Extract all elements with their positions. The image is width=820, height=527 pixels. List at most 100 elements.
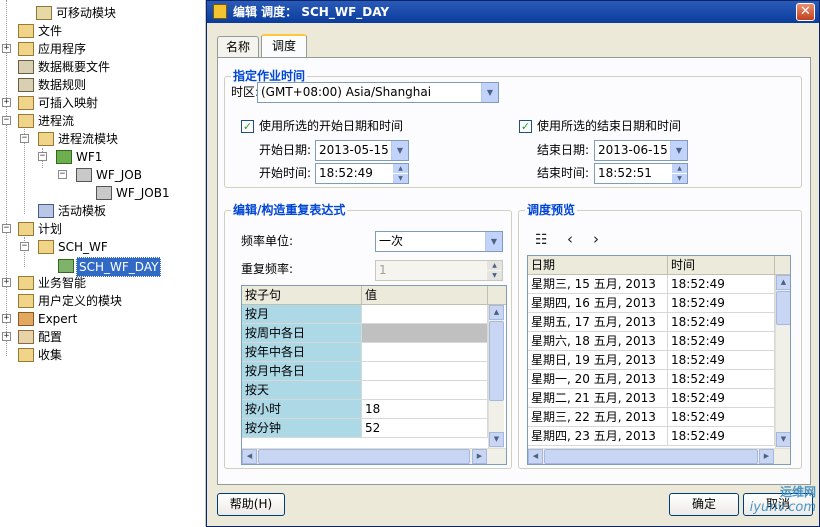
time-cell: 18:52:49 <box>668 351 775 370</box>
freq-unit-label: 频率单位: <box>241 234 294 248</box>
expand-toggle[interactable]: + <box>2 332 11 341</box>
tab-schedule[interactable]: 调度 <box>261 34 307 57</box>
time-cell: 18:52:49 <box>668 389 775 408</box>
collapse-toggle[interactable]: − <box>20 134 29 143</box>
scroll-right-icon[interactable]: ▶ <box>472 449 487 464</box>
column-header-filler <box>775 256 790 275</box>
clause-cell: 按小时 <box>242 400 362 419</box>
spin-up-icon[interactable]: ▲ <box>672 164 687 173</box>
end-time-spinner[interactable]: 18:52:51 ▲ ▼ <box>594 163 688 184</box>
column-header-value[interactable]: 值 <box>362 286 488 305</box>
schedule-panel: 指定作业时间 时区: (GMT+08:00) Asia/Shanghai ▼ ✓… <box>217 57 811 485</box>
template-icon <box>38 204 54 218</box>
date-cell: 星期一, 20 五月, 2013 <box>528 370 668 389</box>
column-header-clause[interactable]: 按子句 <box>242 286 362 305</box>
scroll-thumb[interactable] <box>776 291 790 325</box>
time-cell: 18:52:49 <box>668 275 775 294</box>
expand-toggle[interactable]: + <box>2 278 11 287</box>
value-cell[interactable] <box>362 305 488 324</box>
bi-icon <box>18 276 34 290</box>
value-cell[interactable] <box>362 381 488 400</box>
start-date-picker[interactable]: 2013-05-15 ▼ <box>315 140 409 161</box>
timezone-select[interactable]: (GMT+08:00) Asia/Shanghai ▼ <box>257 82 499 103</box>
spin-up-icon[interactable]: ▲ <box>487 261 502 270</box>
date-cell: 星期六, 18 五月, 2013 <box>528 332 668 351</box>
value-cell[interactable]: 18 <box>362 400 488 419</box>
dialog-title: 编辑 调度： SCH_WF_DAY <box>233 5 390 19</box>
group-title: 编辑/构造重复表达式 <box>231 203 348 217</box>
end-date-picker[interactable]: 2013-06-15 ▼ <box>594 140 688 161</box>
collapse-toggle[interactable]: − <box>2 116 11 125</box>
date-cell: 星期五, 17 五月, 2013 <box>528 313 668 332</box>
collapse-toggle[interactable]: − <box>58 170 67 179</box>
end-time-label: 结束时间: <box>537 166 590 180</box>
job-time-group: 指定作业时间 时区: (GMT+08:00) Asia/Shanghai ▼ ✓… <box>224 69 802 188</box>
scroll-right-icon[interactable]: ▶ <box>759 449 774 464</box>
use-start-checkbox[interactable]: ✓ <box>241 120 254 133</box>
value-cell[interactable] <box>362 324 488 343</box>
close-button[interactable]: ✕ <box>796 3 815 21</box>
collapse-toggle[interactable]: − <box>2 224 11 233</box>
collection-icon <box>18 348 34 362</box>
vertical-scrollbar[interactable]: ▲ ▼ <box>775 275 790 448</box>
time-cell: 18:52:49 <box>668 313 775 332</box>
package-icon <box>56 150 72 164</box>
horizontal-scrollbar[interactable]: ◀ ▶ <box>242 448 506 464</box>
spin-down-icon[interactable]: ▼ <box>672 174 687 183</box>
date-cell: 星期四, 16 五月, 2013 <box>528 294 668 313</box>
column-header-time[interactable]: 时间 <box>668 256 775 275</box>
chevron-down-icon[interactable]: ▼ <box>481 83 498 102</box>
spin-down-icon[interactable]: ▼ <box>487 271 502 280</box>
clause-cell: 按年中各日 <box>242 343 362 362</box>
scroll-up-icon[interactable]: ▲ <box>489 305 504 320</box>
expand-toggle[interactable]: + <box>2 314 11 323</box>
time-cell: 18:52:49 <box>668 294 775 313</box>
schedule-icon <box>58 259 74 273</box>
tab-name[interactable]: 名称 <box>217 36 259 57</box>
scroll-up-icon[interactable]: ▲ <box>776 275 790 290</box>
horizontal-scrollbar[interactable]: ◀ ▶ <box>528 448 790 464</box>
collapse-toggle[interactable]: − <box>20 242 29 251</box>
list-view-icon[interactable]: ☷ <box>535 233 548 247</box>
start-time-label: 开始时间: <box>259 166 312 180</box>
start-time-spinner[interactable]: 18:52:49 ▲ ▼ <box>315 163 409 184</box>
use-end-checkbox[interactable]: ✓ <box>519 120 532 133</box>
expand-toggle[interactable]: + <box>2 98 11 107</box>
chevron-down-icon[interactable]: ▼ <box>391 141 408 160</box>
edit-schedule-dialog: 编辑 调度： SCH_WF_DAY ✕ 名称 调度 指定作业时间 时区: (GM… <box>206 0 820 527</box>
data-rule-icon <box>18 78 34 92</box>
repeat-freq-spinner[interactable]: 1 ▲ ▼ <box>375 260 503 281</box>
workflow-icon <box>76 168 92 182</box>
scroll-thumb[interactable] <box>489 321 504 401</box>
date-cell: 星期三, 15 五月, 2013 <box>528 275 668 294</box>
clause-cell: 按月中各日 <box>242 362 362 381</box>
spin-down-icon[interactable]: ▼ <box>393 174 408 183</box>
time-cell: 18:52:49 <box>668 332 775 351</box>
help-button[interactable]: 帮助(H) <box>217 493 285 516</box>
timezone-label: 时区: <box>231 85 260 99</box>
clause-cell: 按分钟 <box>242 419 362 438</box>
workflow-icon <box>96 186 112 200</box>
value-cell[interactable] <box>362 343 488 362</box>
clause-cell: 按月 <box>242 305 362 324</box>
chevron-down-icon[interactable]: ▼ <box>485 232 502 251</box>
scroll-thumb[interactable] <box>544 449 758 464</box>
scroll-left-icon[interactable]: ◀ <box>528 449 543 464</box>
value-cell[interactable] <box>362 362 488 381</box>
column-header-date[interactable]: 日期 <box>528 256 668 275</box>
collapse-toggle[interactable]: − <box>38 152 47 161</box>
chevron-down-icon[interactable]: ▼ <box>670 141 687 160</box>
next-icon[interactable]: › <box>593 232 599 247</box>
vertical-scrollbar[interactable]: ▲ ▼ <box>488 305 504 448</box>
spin-up-icon[interactable]: ▲ <box>393 164 408 173</box>
scroll-thumb[interactable] <box>258 449 470 464</box>
freq-unit-select[interactable]: 一次 ▼ <box>375 231 503 252</box>
scroll-left-icon[interactable]: ◀ <box>242 449 257 464</box>
value-cell[interactable]: 52 <box>362 419 488 438</box>
expand-toggle[interactable]: + <box>2 44 11 53</box>
scroll-down-icon[interactable]: ▼ <box>776 432 790 447</box>
scroll-down-icon[interactable]: ▼ <box>489 432 504 447</box>
title-bar[interactable]: 编辑 调度： SCH_WF_DAY ✕ <box>207 1 819 23</box>
previous-icon[interactable]: ‹ <box>567 232 573 247</box>
column-header-filler <box>488 286 506 305</box>
